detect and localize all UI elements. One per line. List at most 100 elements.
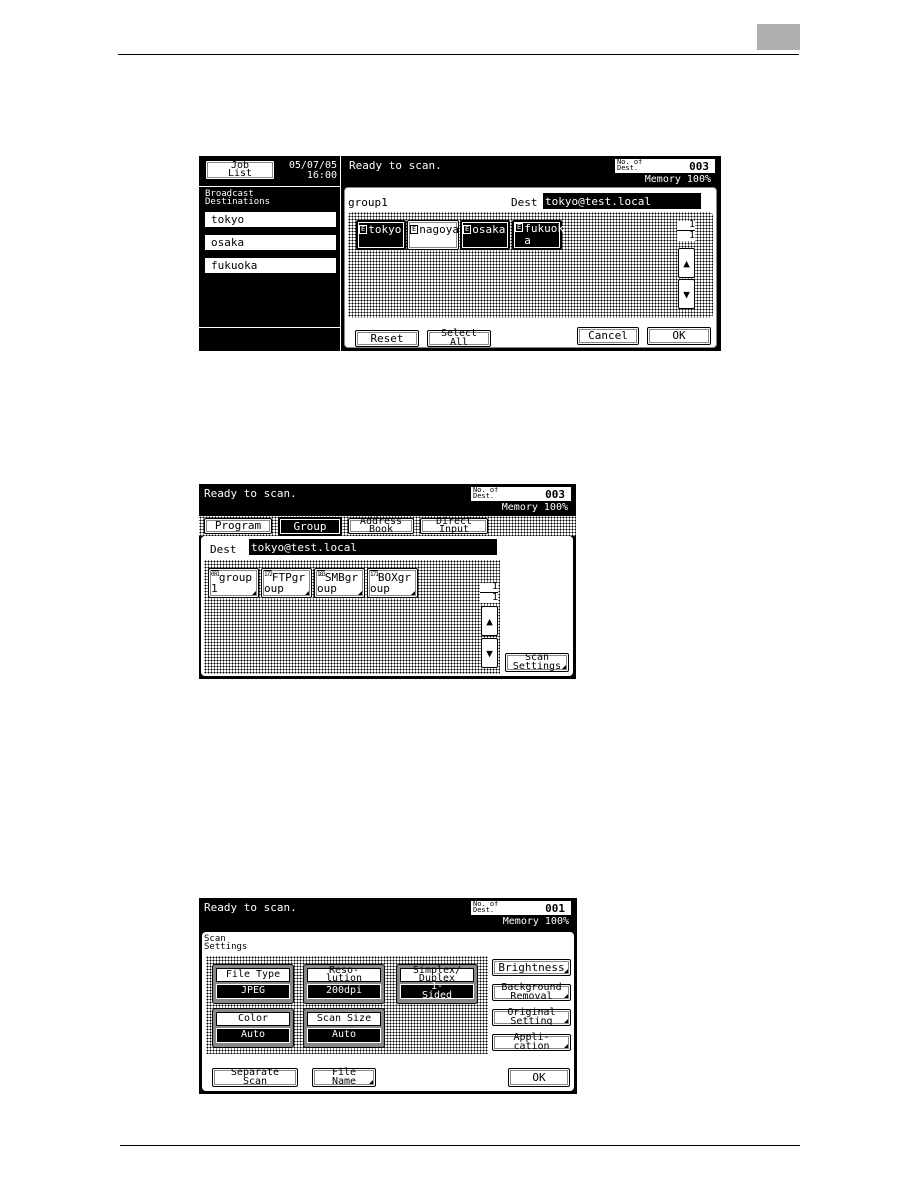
setting-color[interactable]: Color Auto bbox=[212, 1008, 294, 1048]
setting-simplex-duplex[interactable]: Simplex/ Duplex 1- Sided bbox=[396, 964, 478, 1004]
setting-label: Reso- lution bbox=[307, 965, 381, 984]
destination-button-tokyo[interactable]: Etokyo bbox=[356, 220, 406, 250]
setting-label: Color bbox=[216, 1012, 290, 1026]
setting-value: JPEG bbox=[216, 984, 290, 999]
cancel-button[interactable]: Cancel bbox=[577, 327, 639, 345]
page-current: 1 bbox=[688, 219, 695, 230]
group-label-line2: oup bbox=[264, 582, 284, 595]
job-list-button[interactable]: Job List bbox=[205, 160, 275, 180]
dest-input[interactable]: tokyo@test.local bbox=[249, 539, 497, 555]
setting-label: Scan Size bbox=[307, 1012, 381, 1026]
group-label-line2: oup bbox=[370, 582, 390, 595]
group-button[interactable]: 172FTPgr oup bbox=[261, 568, 312, 598]
ok-button[interactable]: OK bbox=[508, 1068, 570, 1087]
down-arrow-icon: ▼ bbox=[683, 287, 690, 301]
destination-label: osaka bbox=[472, 223, 506, 236]
setting-value: 1- Sided bbox=[400, 982, 474, 1000]
destination-button-nagoya[interactable]: Enagoya bbox=[407, 220, 459, 250]
background-removal-button[interactable]: Background Removal bbox=[492, 983, 571, 1001]
up-arrow-icon: ▲ bbox=[683, 256, 690, 270]
select-all-button[interactable]: Select All bbox=[427, 329, 491, 347]
broadcast-screen: Job List 05/07/05 16:00 Ready to scan. N… bbox=[199, 156, 721, 351]
settings-area: File Type JPEG Reso- lution 200dpi Simpl… bbox=[206, 956, 488, 1054]
dest-count-label: No. of Dest. bbox=[473, 900, 499, 914]
dest-count-value: 003 bbox=[545, 487, 565, 501]
dest-count-box: No. of Dest. 003 bbox=[471, 487, 571, 501]
group-number-icon: 001 bbox=[211, 571, 220, 578]
dest-label: Dest bbox=[210, 543, 237, 556]
setting-value: 200dpi bbox=[307, 984, 381, 999]
file-name-button[interactable]: File Name bbox=[312, 1068, 376, 1087]
setting-label: Simplex/ Duplex bbox=[400, 965, 474, 984]
settings-panel: Scan Settings File Type JPEG Reso- lutio… bbox=[202, 932, 574, 1091]
page-counter: 1 1 bbox=[677, 219, 695, 241]
page-total: 1 bbox=[688, 230, 695, 241]
tab-program[interactable]: Program bbox=[204, 518, 272, 534]
memory-status: Memory 100% bbox=[501, 502, 568, 513]
email-icon: E bbox=[463, 225, 472, 234]
memory-status: Memory 100% bbox=[644, 174, 711, 185]
broadcast-item[interactable]: tokyo bbox=[205, 212, 336, 227]
group-button[interactable]: 171BOXgr oup bbox=[367, 568, 418, 598]
tab-direct-input[interactable]: Direct Input bbox=[420, 516, 488, 535]
brightness-button[interactable]: Brightness bbox=[492, 959, 571, 976]
setting-label: File Type bbox=[216, 968, 290, 982]
destination-label: fukuok a bbox=[524, 222, 564, 247]
ok-button[interactable]: OK bbox=[647, 327, 711, 345]
tab-address-book[interactable]: Address Book bbox=[348, 516, 414, 535]
page-counter: 1 1 bbox=[480, 582, 498, 603]
group-number-icon: 171 bbox=[370, 571, 379, 578]
scroll-up-button[interactable]: ▲ bbox=[678, 248, 695, 278]
dest-count-label: No. of Dest. bbox=[617, 158, 643, 172]
original-setting-button[interactable]: Original Setting bbox=[492, 1008, 571, 1026]
email-icon: E bbox=[515, 223, 524, 232]
scan-settings-button[interactable]: Scan Settings bbox=[505, 653, 569, 672]
broadcast-item[interactable]: fukuoka bbox=[205, 258, 336, 273]
down-arrow-icon: ▼ bbox=[486, 646, 493, 660]
destination-label: tokyo bbox=[368, 223, 402, 236]
group-name: group1 bbox=[348, 196, 388, 209]
dest-label: Dest bbox=[511, 196, 538, 209]
divider-vertical bbox=[340, 156, 341, 351]
setting-resolution[interactable]: Reso- lution 200dpi bbox=[303, 964, 385, 1004]
email-icon: E bbox=[410, 225, 419, 234]
panel-title: Scan Settings bbox=[204, 934, 248, 952]
setting-file-type[interactable]: File Type JPEG bbox=[212, 964, 294, 1004]
footer-rule bbox=[120, 1145, 800, 1146]
dest-input[interactable]: tokyo@test.local bbox=[543, 193, 701, 209]
group-label-line2: oup bbox=[317, 582, 337, 595]
scroll-up-button[interactable]: ▲ bbox=[481, 606, 498, 636]
group-select-screen: Ready to scan. No. of Dest. 003 Memory 1… bbox=[199, 484, 576, 679]
email-icon: E bbox=[359, 225, 368, 234]
chapter-tab bbox=[757, 24, 800, 50]
sidebar-divider bbox=[199, 186, 340, 187]
status-text: Ready to scan. bbox=[204, 487, 297, 500]
group-number-icon: 183 bbox=[317, 571, 326, 578]
application-button[interactable]: Appli- cation bbox=[492, 1033, 571, 1051]
tab-group[interactable]: Group bbox=[278, 517, 342, 536]
group-area: 001group 1 172FTPgr oup 183SMBgr oup 171… bbox=[204, 560, 500, 674]
group-panel: Dest tokyo@test.local 001group 1 172FTPg… bbox=[201, 536, 573, 676]
group-number-icon: 172 bbox=[264, 571, 273, 578]
sidebar-bottom-line bbox=[199, 327, 340, 328]
scan-settings-screen: Ready to scan. No. of Dest. 001 Memory 1… bbox=[199, 898, 577, 1094]
reset-button[interactable]: Reset bbox=[355, 330, 419, 347]
destination-label: nagoya bbox=[419, 223, 459, 236]
group-button[interactable]: 001group 1 bbox=[208, 568, 259, 598]
up-arrow-icon: ▲ bbox=[486, 614, 493, 628]
page-total: 1 bbox=[491, 592, 498, 603]
destination-button-fukuoka[interactable]: Efukuok a bbox=[512, 220, 564, 250]
setting-scan-size[interactable]: Scan Size Auto bbox=[303, 1008, 385, 1048]
scroll-down-button[interactable]: ▼ bbox=[481, 638, 498, 668]
dest-count-box: No. of Dest. 001 bbox=[471, 901, 571, 915]
separate-scan-button[interactable]: Separate Scan bbox=[212, 1068, 298, 1087]
time-display: 16:00 bbox=[306, 170, 337, 181]
setting-value: Auto bbox=[216, 1028, 290, 1043]
destination-button-osaka[interactable]: Eosaka bbox=[460, 220, 510, 250]
group-button[interactable]: 183SMBgr oup bbox=[314, 568, 365, 598]
scroll-down-button[interactable]: ▼ bbox=[678, 279, 695, 309]
broadcast-item[interactable]: osaka bbox=[205, 235, 336, 250]
memory-status: Memory 100% bbox=[502, 916, 569, 927]
dest-count-box: No. of Dest. 003 bbox=[615, 159, 715, 173]
group-panel: group1 Dest tokyo@test.local Etokyo Enag… bbox=[344, 187, 717, 348]
